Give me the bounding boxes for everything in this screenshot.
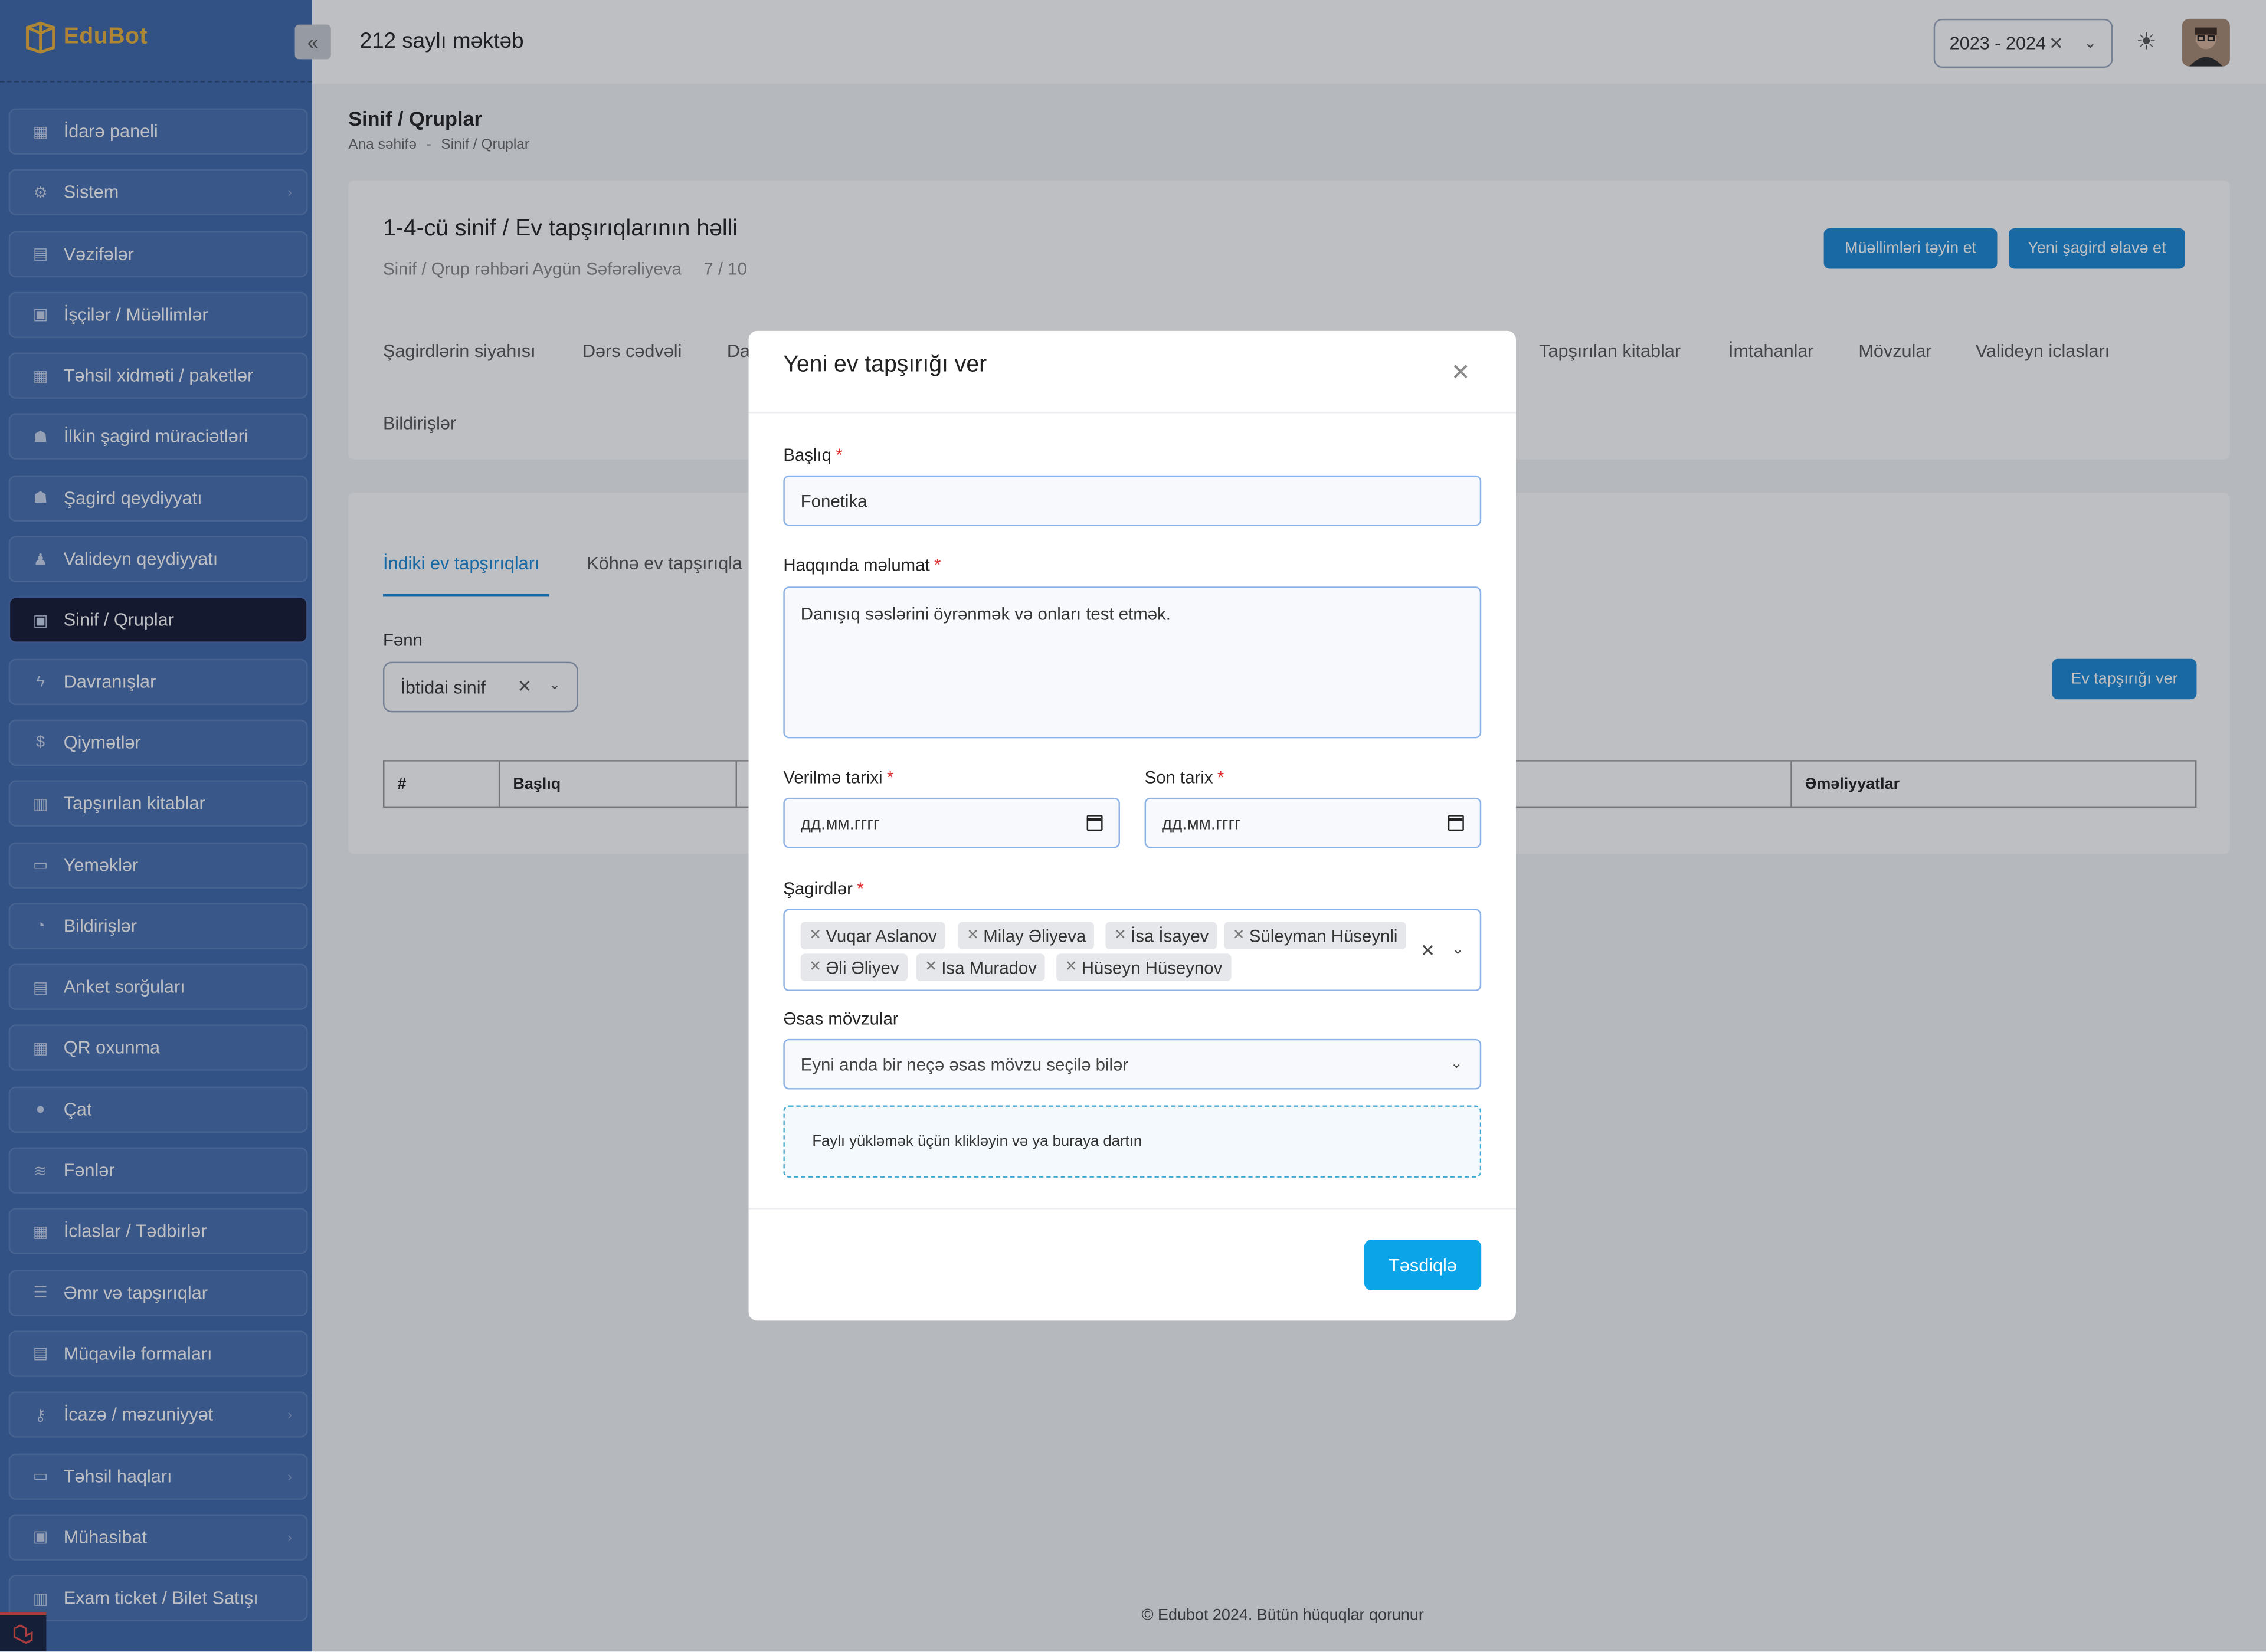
students-label: Şagirdlər * [783, 879, 863, 899]
student-tag: ✕ İsa İsayev [1105, 922, 1218, 949]
required-mark: * [836, 445, 843, 466]
info-label-text: Haqqında məlumat [783, 555, 930, 575]
required-mark: * [886, 767, 894, 788]
student-tag: ✕ Milay Əliyeva [958, 922, 1095, 949]
topics-placeholder: Eyni anda bir neçə əsas mövzu seçilə bil… [800, 1054, 1129, 1074]
given-date-input[interactable]: дд.мм.гггг [783, 797, 1120, 848]
given-date-label-text: Verilmə tarixi [783, 767, 883, 788]
due-date-label: Son tarix * [1145, 767, 1224, 787]
title-label: Başlıq * [783, 445, 842, 465]
calendar-icon[interactable] [1448, 815, 1464, 831]
title-label-text: Başlıq [783, 445, 832, 466]
student-tag-label: Milay Əliyeva [983, 925, 1086, 946]
given-date-label: Verilmə tarixi * [783, 767, 893, 787]
student-tag: ✕ Hüseyn Hüseynov [1056, 953, 1231, 981]
dropzone-text: Faylı yükləmək üçün klikləyin və ya bura… [812, 1133, 1142, 1150]
required-mark: * [934, 555, 941, 575]
student-tag: ✕ Vuqar Aslanov [800, 922, 946, 949]
remove-icon[interactable]: ✕ [1065, 959, 1078, 975]
student-tag-label: Əli Əliyev [826, 957, 899, 978]
student-tag: ✕ Isa Muradov [916, 953, 1046, 981]
student-tag-label: Vuqar Aslanov [826, 925, 937, 946]
chevron-down-icon: ⌄ [1450, 1056, 1463, 1073]
remove-icon[interactable]: ✕ [925, 959, 937, 975]
new-homework-modal: Yeni ev tapşırığı ver ✕ Başlıq * Fonetika… [748, 330, 1516, 1321]
given-date-value: дд.мм.гггг [800, 812, 880, 833]
required-mark: * [1217, 767, 1224, 788]
remove-icon[interactable]: ✕ [1114, 927, 1127, 943]
due-date-label-text: Son tarix [1144, 767, 1213, 788]
info-textarea[interactable]: Danışıq səslərini öyrənmək və onları tes… [783, 586, 1482, 739]
student-tag-label: Hüseyn Hüseynov [1081, 957, 1223, 978]
student-tag-label: İsa İsayev [1131, 925, 1209, 946]
student-tag-label: Süleyman Hüseynli [1249, 925, 1398, 946]
remove-icon[interactable]: ✕ [1233, 927, 1245, 943]
due-date-value: дд.мм.гггг [1161, 812, 1241, 833]
students-multiselect[interactable]: ✕ Vuqar Aslanov ✕ Milay Əliyeva ✕ İsa İsaye… [783, 909, 1482, 992]
info-label: Haqqında məlumat * [783, 555, 941, 575]
file-dropzone[interactable]: Faylı yükləmək üçün klikləyin və ya bura… [783, 1105, 1482, 1178]
remove-icon[interactable]: ✕ [967, 927, 979, 943]
chevron-down-icon[interactable]: ⌄ [1452, 942, 1464, 958]
modal-footer-divider [748, 1208, 1516, 1210]
title-input-value: Fonetika [800, 490, 867, 511]
title-input[interactable]: Fonetika [783, 475, 1482, 526]
student-tag-label: Isa Muradov [941, 957, 1037, 978]
modal-header-divider [748, 411, 1516, 414]
modal-title: Yeni ev tapşırığı ver [783, 352, 987, 378]
topics-label: Əsas mövzular [783, 1008, 899, 1029]
due-date-input[interactable]: дд.мм.гггг [1144, 797, 1482, 848]
remove-icon[interactable]: ✕ [809, 927, 821, 943]
student-tag: ✕ Əli Əliyev [800, 953, 908, 981]
submit-button[interactable]: Təsdiqlə [1364, 1240, 1482, 1290]
clear-icon[interactable]: ✕ [1420, 940, 1435, 961]
info-textarea-value: Danışıq səslərini öyrənmək və onları tes… [800, 604, 1171, 624]
students-label-text: Şagirdlər [783, 878, 853, 899]
remove-icon[interactable]: ✕ [809, 959, 821, 975]
close-icon[interactable]: ✕ [1451, 358, 1471, 387]
required-mark: * [857, 878, 864, 899]
topics-select[interactable]: Eyni anda bir neçə əsas mövzu seçilə bil… [783, 1038, 1482, 1090]
app-root: EduBot ▦ İdarə paneli ⚙ Sistem › ▤ Vəzifələr ▣ İ… [0, 0, 2266, 1652]
calendar-icon[interactable] [1086, 815, 1103, 831]
student-tag: ✕ Süleyman Hüseynli [1224, 922, 1407, 949]
